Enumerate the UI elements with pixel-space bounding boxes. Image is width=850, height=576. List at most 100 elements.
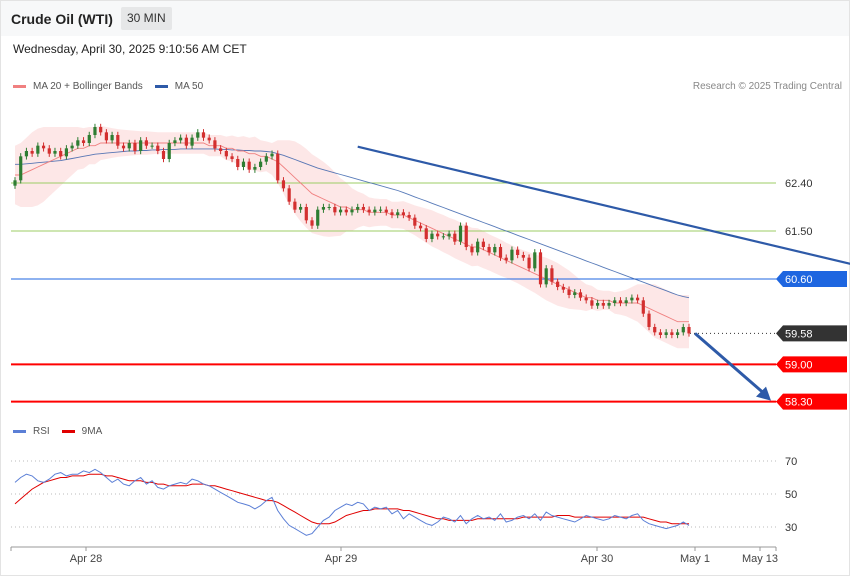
candle-body [601, 303, 605, 306]
candle-body [653, 327, 657, 333]
candle-body [70, 145, 74, 149]
candle-body [618, 300, 623, 303]
candle-body [76, 140, 80, 146]
candle-body [19, 156, 23, 181]
candle-body [230, 156, 234, 159]
candle-body [310, 220, 314, 226]
candle-body [304, 207, 308, 221]
candle-body [241, 161, 246, 167]
candle-body [179, 137, 183, 141]
candle-body [664, 332, 668, 335]
x-tick-label: Apr 28 [70, 553, 102, 565]
candle-body [259, 161, 263, 167]
candle-body [36, 145, 40, 154]
candle-body [413, 217, 417, 226]
candle-body [321, 207, 326, 210]
candle-body [390, 212, 394, 215]
candle-body [687, 327, 691, 334]
candle-body [104, 132, 108, 141]
candle-body [436, 233, 440, 237]
candle-body [561, 287, 565, 290]
level-label-58.30: 58.30 [785, 397, 813, 409]
candle-body [470, 247, 474, 253]
candle-body [510, 249, 514, 261]
candle-body [81, 140, 86, 143]
x-tick-label: May 13 [742, 553, 778, 565]
candle-body [498, 247, 503, 258]
candle-body [116, 135, 120, 146]
candle-body [236, 159, 240, 167]
candle-body [247, 161, 251, 170]
candle-body [293, 201, 297, 210]
candle-body [630, 297, 634, 301]
candle-body [93, 127, 97, 135]
x-tick-label: May 1 [680, 553, 710, 565]
x-tick-label: Apr 30 [581, 553, 613, 565]
candle-body [24, 151, 29, 157]
candle-body [139, 140, 143, 151]
candle-body [556, 281, 560, 287]
candle-body [607, 303, 611, 306]
candle-body [681, 327, 685, 333]
candle-body [407, 215, 411, 218]
candle-body [316, 209, 320, 226]
candle-body [219, 148, 223, 151]
candle-body [447, 233, 451, 237]
candle-body [424, 228, 428, 239]
candle-body [430, 233, 434, 239]
candle-body [613, 300, 617, 303]
x-tick-label: Apr 29 [325, 553, 357, 565]
candle-body [173, 140, 177, 143]
candle-body [378, 209, 383, 211]
candle-body [641, 300, 645, 314]
candle-body [127, 143, 131, 149]
candle-body [567, 289, 571, 295]
candle-body [53, 151, 57, 154]
candle-body [476, 241, 480, 253]
candle-body [544, 268, 548, 285]
candle-body [578, 292, 583, 298]
candle-body [281, 180, 286, 189]
candle-body [264, 156, 268, 162]
candle-body [327, 207, 331, 208]
candle-body [504, 257, 508, 261]
candle-body [458, 225, 463, 242]
rsi-tick-50: 50 [785, 489, 797, 501]
candle-body [150, 145, 154, 147]
candle-body [670, 332, 674, 335]
candle-body [418, 225, 423, 229]
candle-body [361, 207, 366, 210]
candle-body [207, 137, 211, 141]
price-chart: 62.40 61.50 60.60 59.58 59.00 58.30 70 50 30 Apr … [10, 123, 850, 565]
candle-body [396, 212, 400, 215]
candle-body [41, 145, 46, 149]
candle-body [196, 132, 200, 138]
level-label-62.40: 62.40 [785, 178, 813, 190]
candle-body [624, 300, 628, 303]
candle-body [224, 151, 228, 157]
candle-body [344, 209, 348, 213]
rsi-line [14, 468, 690, 536]
candle-body [538, 252, 543, 285]
candle-body [590, 300, 594, 306]
candle-body [253, 167, 257, 170]
candle-body [401, 212, 406, 215]
candle-body [167, 143, 171, 159]
candle-body [356, 207, 360, 210]
candle-body [161, 151, 166, 159]
candle-body [47, 148, 51, 154]
candle-body [110, 135, 114, 141]
candle-body [573, 292, 577, 295]
candle-body [367, 209, 371, 213]
candle-body [487, 247, 491, 253]
candle-body [373, 209, 377, 213]
candle-body [453, 233, 457, 242]
candle-body [184, 137, 188, 146]
candle-body [213, 140, 217, 149]
candle-body [533, 252, 537, 269]
candle-body [338, 209, 343, 213]
candle-body [144, 140, 148, 146]
rsi-tick-70: 70 [785, 456, 797, 468]
candle-body [658, 332, 663, 335]
candle-body [441, 236, 445, 238]
